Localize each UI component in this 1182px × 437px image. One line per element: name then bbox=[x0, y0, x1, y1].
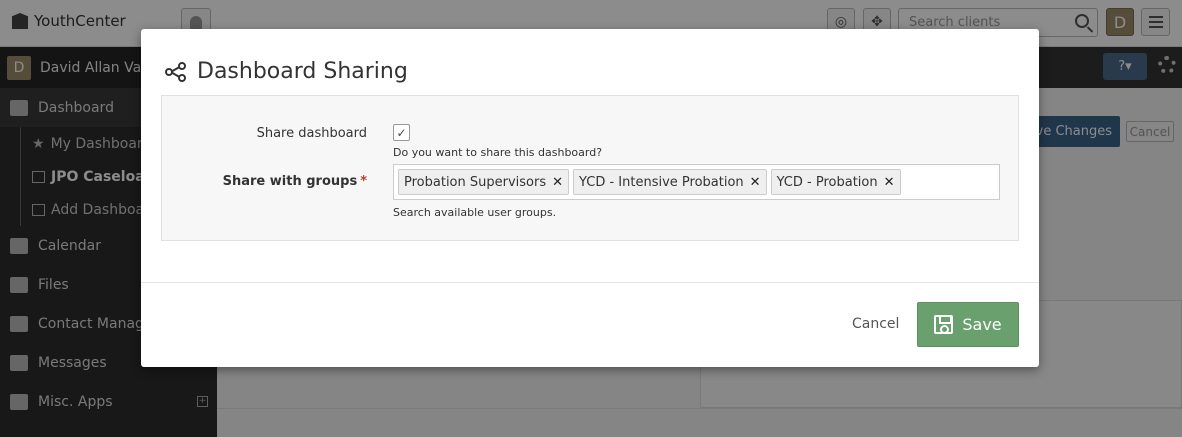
share-dashboard-checkbox[interactable]: ✓ bbox=[393, 124, 410, 141]
share-dashboard-label: Share dashboard bbox=[256, 126, 367, 141]
group-tag-label: YCD - Probation bbox=[776, 174, 878, 190]
group-tag: Probation Supervisors ✕ bbox=[398, 169, 570, 195]
groups-help-text: Search available user groups. bbox=[393, 206, 557, 219]
cancel-button[interactable]: Cancel bbox=[852, 316, 899, 332]
dialog-title-text: Dashboard Sharing bbox=[197, 59, 408, 84]
floppy-disk-icon bbox=[934, 315, 954, 334]
share-groups-label-text: Share with groups bbox=[222, 174, 358, 189]
group-tag-label: Probation Supervisors bbox=[404, 174, 547, 190]
group-tag-label: YCD - Intensive Probation bbox=[579, 174, 744, 190]
groups-tags-input[interactable]: Probation Supervisors ✕ YCD - Intensive … bbox=[393, 164, 1000, 200]
required-marker: * bbox=[360, 174, 367, 189]
checkmark-icon: ✓ bbox=[396, 125, 407, 140]
remove-tag-icon[interactable]: ✕ bbox=[552, 175, 563, 190]
share-groups-label: Share with groups * bbox=[162, 174, 367, 189]
group-tag: YCD - Intensive Probation ✕ bbox=[573, 169, 767, 195]
group-tag: YCD - Probation ✕ bbox=[770, 169, 901, 195]
dashboard-sharing-dialog: Dashboard Sharing Share dashboard ✓ Do y… bbox=[141, 29, 1039, 367]
save-button-label: Save bbox=[962, 315, 1002, 334]
sharing-form: Share dashboard ✓ Do you want to share t… bbox=[161, 95, 1019, 241]
remove-tag-icon[interactable]: ✕ bbox=[750, 175, 761, 190]
save-button[interactable]: Save bbox=[917, 302, 1019, 347]
footer-divider bbox=[141, 282, 1039, 283]
dialog-title: Dashboard Sharing bbox=[165, 59, 408, 84]
share-help-text: Do you want to share this dashboard? bbox=[393, 146, 603, 159]
remove-tag-icon[interactable]: ✕ bbox=[884, 175, 895, 190]
share-icon bbox=[165, 61, 187, 83]
